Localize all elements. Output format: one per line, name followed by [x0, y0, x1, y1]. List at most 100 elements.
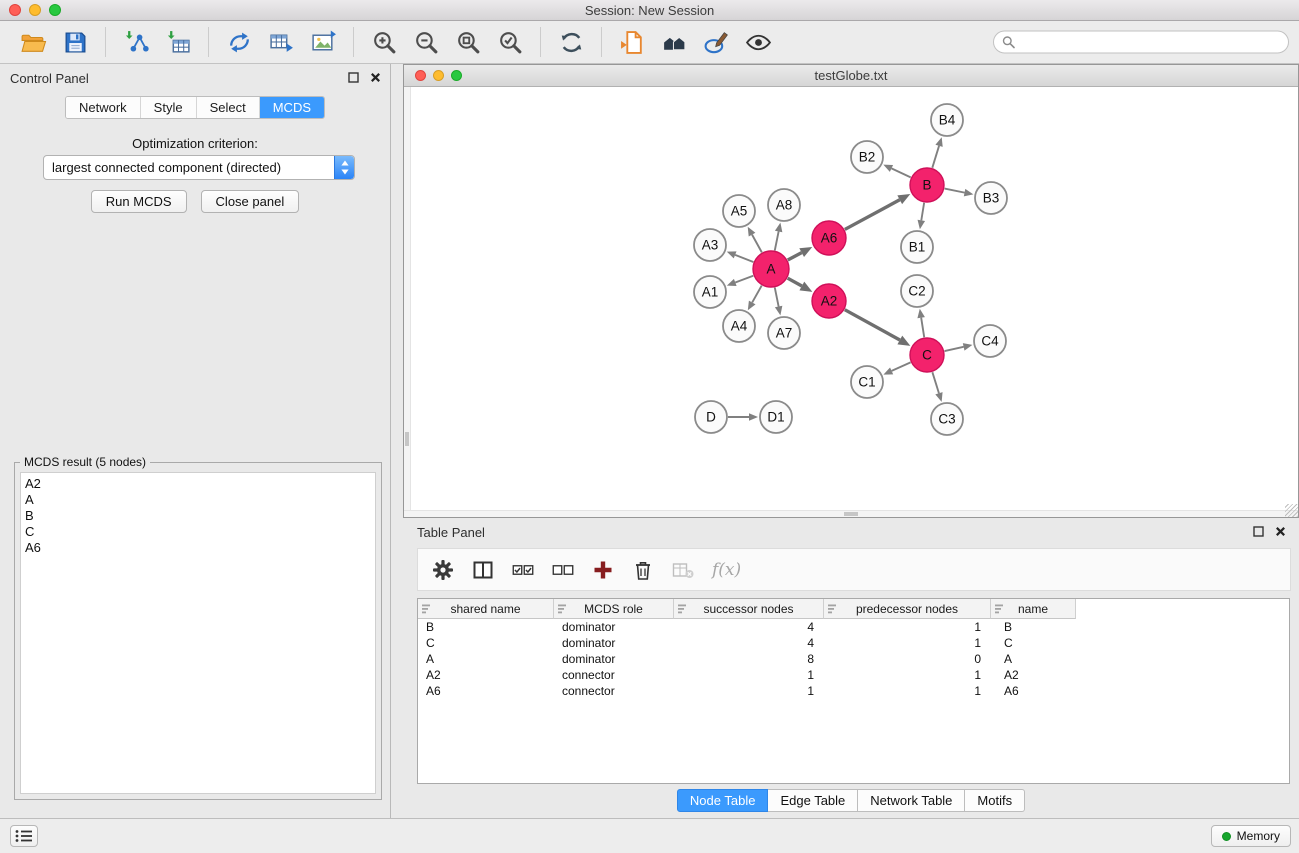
graph-edge-A-A4[interactable]	[752, 286, 761, 303]
node-table[interactable]: shared nameMCDS rolesuccessor nodesprede…	[417, 598, 1290, 784]
criterion-dropdown[interactable]: largest connected component (directed)	[43, 155, 355, 180]
network-window-titlebar[interactable]: testGlobe.txt	[404, 65, 1298, 87]
graph-edge-A-A7[interactable]	[775, 288, 779, 307]
function-builder-button[interactable]: f(x)	[712, 560, 741, 580]
table-row[interactable]: A2connector11A2	[418, 667, 1289, 683]
column-header-predecessor-nodes[interactable]: predecessor nodes	[824, 599, 991, 619]
close-table-panel-button[interactable]	[1275, 526, 1286, 537]
graph-edge-A-A8[interactable]	[775, 231, 779, 250]
graph-edge-B-B4[interactable]	[932, 146, 939, 168]
table-settings-button[interactable]	[432, 559, 454, 581]
delete-column-button[interactable]	[632, 559, 654, 581]
graph-edge-C-C4[interactable]	[945, 347, 964, 351]
graph-edge-C-C3[interactable]	[932, 372, 939, 393]
tab-motifs[interactable]: Motifs	[965, 789, 1025, 812]
table-row[interactable]: Cdominator41C	[418, 635, 1289, 651]
column-header-name[interactable]: name	[991, 599, 1076, 619]
column-header-shared-name[interactable]: shared name	[418, 599, 554, 619]
minimize-window-button[interactable]	[29, 4, 41, 16]
horizontal-scroll-thumb[interactable]	[844, 512, 858, 516]
export-network-button[interactable]	[221, 24, 257, 60]
graph-edge-A-A6[interactable]	[788, 253, 802, 260]
open-session-button[interactable]	[15, 24, 51, 60]
export-image-button[interactable]	[305, 24, 341, 60]
graph-edge-B-B2[interactable]	[891, 168, 910, 177]
zoom-out-button[interactable]	[408, 24, 444, 60]
float-table-panel-button[interactable]	[1253, 526, 1264, 537]
vertical-scrollbar[interactable]	[404, 87, 411, 510]
deselect-all-columns-button[interactable]	[552, 559, 574, 581]
table-header-row: shared nameMCDS rolesuccessor nodesprede…	[418, 599, 1289, 619]
table-row[interactable]: Adominator80A	[418, 651, 1289, 667]
network-zoom-button[interactable]	[451, 70, 462, 81]
close-window-button[interactable]	[9, 4, 21, 16]
home-view-button[interactable]	[656, 24, 692, 60]
mcds-result-item[interactable]: A6	[25, 540, 371, 556]
graph-edge-A-A3[interactable]	[735, 255, 753, 262]
zoom-in-button[interactable]	[366, 24, 402, 60]
graph-edge-A-A2[interactable]	[788, 278, 802, 286]
graph-edge-C-C1[interactable]	[892, 362, 911, 371]
run-mcds-button[interactable]: Run MCDS	[91, 190, 187, 213]
float-panel-button[interactable]	[348, 72, 359, 83]
network-close-button[interactable]	[415, 70, 426, 81]
open-document-button[interactable]	[614, 24, 650, 60]
graph-edge-A-A5[interactable]	[752, 235, 762, 253]
table-row[interactable]: A6connector11A6	[418, 683, 1289, 699]
search-box[interactable]	[993, 31, 1289, 54]
plus-icon	[592, 559, 614, 581]
zoom-selected-button[interactable]	[492, 24, 528, 60]
show-hide-details-button[interactable]	[740, 24, 776, 60]
graph-edge-A6-B[interactable]	[845, 200, 900, 230]
task-history-button[interactable]	[10, 825, 38, 847]
graph-edge-C-C2[interactable]	[921, 318, 924, 338]
search-input[interactable]	[1020, 35, 1280, 49]
column-header-mcds-role[interactable]: MCDS role	[554, 599, 674, 619]
network-graph[interactable]: B4B2BB3A5A8A6A3B1AA1A2C2A4A7CC4C1C3DD1	[404, 87, 1298, 517]
refresh-view-button[interactable]	[553, 24, 589, 60]
control-panel-tabs: Network Style Select MCDS	[65, 96, 325, 119]
table-row[interactable]: Bdominator41B	[418, 619, 1289, 635]
fullscreen-window-button[interactable]	[49, 4, 61, 16]
column-header-successor-nodes[interactable]: successor nodes	[674, 599, 824, 619]
import-table-button[interactable]	[160, 24, 196, 60]
save-session-button[interactable]	[57, 24, 93, 60]
memory-button[interactable]: Memory	[1211, 825, 1291, 847]
tab-mcds[interactable]: MCDS	[260, 97, 324, 118]
delete-table-button[interactable]	[672, 559, 694, 581]
tab-node-table[interactable]: Node Table	[677, 789, 769, 812]
mcds-result-item[interactable]: A	[25, 492, 371, 508]
export-table-icon	[268, 29, 295, 56]
tab-edge-table[interactable]: Edge Table	[768, 789, 858, 812]
graph-edge-arrowhead-icon	[918, 220, 926, 229]
tab-select[interactable]: Select	[197, 97, 260, 118]
network-minimize-button[interactable]	[433, 70, 444, 81]
resize-grip-icon[interactable]	[1285, 504, 1298, 517]
create-column-button[interactable]	[592, 559, 614, 581]
tab-network[interactable]: Network	[66, 97, 141, 118]
close-panel-button[interactable]	[370, 72, 381, 83]
tab-network-table[interactable]: Network Table	[858, 789, 965, 812]
show-columns-button[interactable]	[472, 559, 494, 581]
mcds-result-item[interactable]: A2	[25, 476, 371, 492]
network-canvas[interactable]: B4B2BB3A5A8A6A3B1AA1A2C2A4A7CC4C1C3DD1	[404, 87, 1298, 517]
select-all-columns-button[interactable]	[512, 559, 534, 581]
vertical-scroll-thumb[interactable]	[405, 432, 409, 446]
graph-node-label: D1	[767, 410, 784, 425]
tab-style[interactable]: Style	[141, 97, 197, 118]
mcds-result-item[interactable]: B	[25, 508, 371, 524]
mcds-result-list[interactable]: A2ABCA6	[20, 472, 376, 794]
horizontal-scrollbar[interactable]	[404, 510, 1298, 517]
graph-edge-B-B3[interactable]	[945, 189, 965, 193]
mcds-result-item[interactable]: C	[25, 524, 371, 540]
graph-edge-A-A1[interactable]	[735, 276, 753, 283]
import-network-button[interactable]	[118, 24, 154, 60]
close-mcds-panel-button[interactable]: Close panel	[201, 190, 300, 213]
sort-icon	[995, 604, 1004, 614]
zoom-fit-button[interactable]	[450, 24, 486, 60]
annotation-style-button[interactable]	[698, 24, 734, 60]
graph-edge-B-B1[interactable]	[921, 203, 924, 221]
graph-edge-A2-C[interactable]	[845, 310, 900, 340]
export-table-button[interactable]	[263, 24, 299, 60]
memory-label: Memory	[1237, 829, 1280, 843]
